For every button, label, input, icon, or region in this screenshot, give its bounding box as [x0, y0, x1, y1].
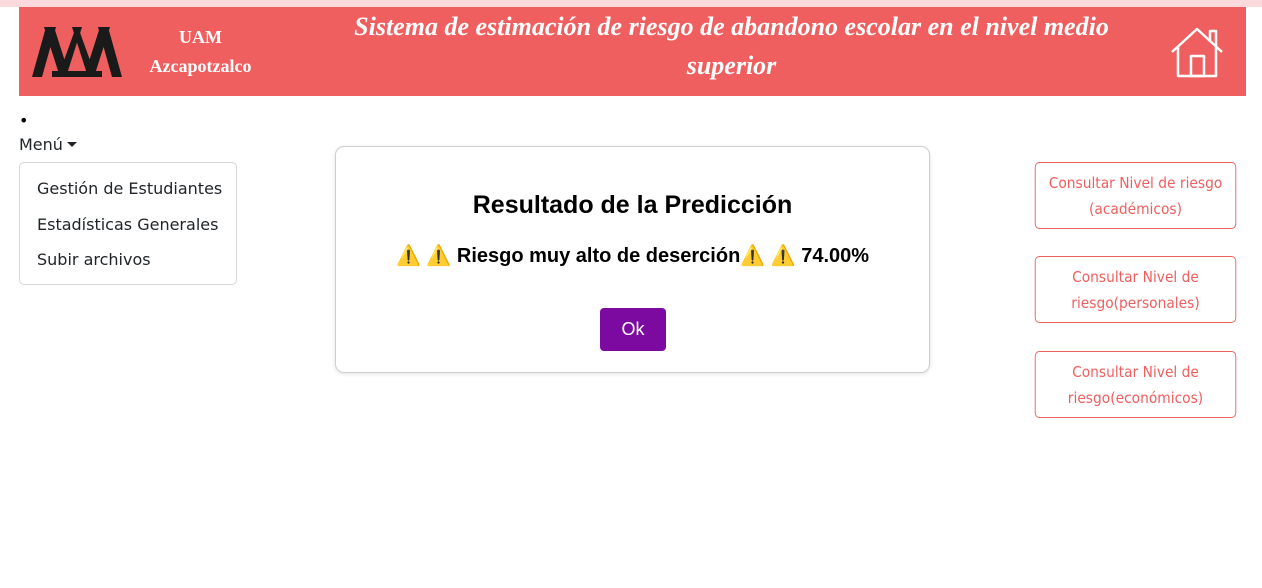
- menu-dropdown-toggle[interactable]: Menú: [19, 135, 77, 154]
- dialog-title: Resultado de la Predicción: [472, 191, 793, 219]
- site-header: UAM Azcapotzalco Sistema de estimación d…: [19, 7, 1246, 96]
- site-title: Sistema de estimación de riesgo de aband…: [354, 12, 1109, 80]
- uam-logo-icon[interactable]: [32, 27, 122, 77]
- menu-label: Menú: [19, 135, 63, 154]
- nav-bullet: •: [19, 111, 29, 130]
- ok-button[interactable]: Ok: [600, 308, 666, 351]
- org-name: UAM Azcapotzalco: [134, 23, 267, 81]
- menu-dropdown: Gestión de Estudiantes Estadísticas Gene…: [19, 162, 237, 285]
- browser-top-strip: [0, 0, 1262, 7]
- risk-message: ⚠️ ⚠️ Riesgo muy alto de deserción⚠️ ⚠️ …: [395, 245, 870, 267]
- consult-academic-risk-button[interactable]: Consultar Nivel de riesgo (académicos): [1034, 162, 1237, 229]
- menu-item-estadisticas-generales[interactable]: Estadísticas Generales: [20, 212, 236, 248]
- caret-down-icon: [66, 141, 77, 147]
- org-name-line2: Azcapotzalco: [149, 56, 252, 76]
- prediction-result-dialog: Resultado de la Predicción ⚠️ ⚠️ Riesgo …: [335, 146, 930, 373]
- org-name-line1: UAM: [179, 27, 222, 47]
- home-icon[interactable]: [1169, 25, 1225, 79]
- menu-item-subir-archivos[interactable]: Subir archivos: [20, 247, 236, 283]
- consult-economic-risk-button[interactable]: Consultar Nivel de riesgo(económicos): [1034, 351, 1237, 418]
- consult-personal-risk-button[interactable]: Consultar Nivel de riesgo(personales): [1034, 256, 1237, 323]
- menu-item-gestion-estudiantes[interactable]: Gestión de Estudiantes: [20, 176, 236, 212]
